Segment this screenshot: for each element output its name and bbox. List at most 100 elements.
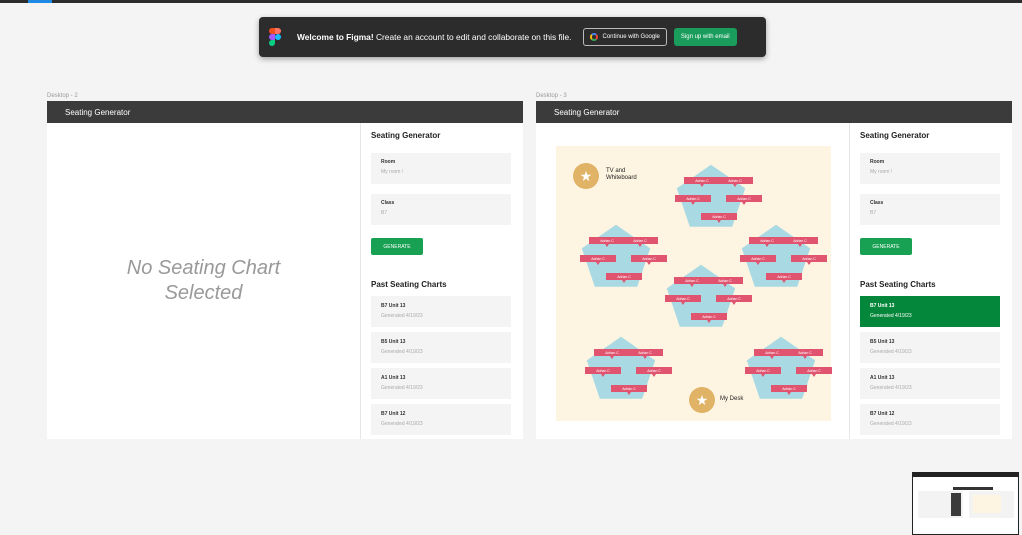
divider — [849, 123, 850, 439]
student-seat-tag[interactable]: Adrian C — [782, 237, 818, 247]
star-icon: ★ — [573, 163, 599, 189]
google-icon — [589, 33, 598, 41]
empty-chart-message: No Seating Chart Selected — [47, 123, 360, 439]
student-seat-tag[interactable]: Adrian C — [627, 349, 663, 359]
student-seat-tag[interactable]: Adrian C — [796, 367, 832, 377]
chart-date: Generated 4/19/23 — [870, 349, 912, 355]
room-label: Room — [381, 159, 396, 165]
tv-label-line-2: Whiteboard — [606, 175, 637, 181]
star-icon: ★ — [689, 387, 715, 413]
chart-name: A1 Unit 13 — [870, 375, 895, 381]
student-seat-tag[interactable]: Adrian C — [665, 295, 701, 305]
my-desk-label: My Desk — [720, 396, 744, 402]
figma-logo-icon — [269, 28, 281, 46]
student-seat-tag[interactable]: Adrian C — [771, 385, 807, 395]
tv-label-line-1: TV and — [606, 168, 626, 174]
seating-chart: Adrian C Adrian C Adrian C Adrian C Adrian C… — [556, 146, 832, 421]
past-chart-item[interactable]: B5 Unit 13 Generated 4/19/23 — [371, 332, 511, 363]
room-label: Room — [870, 159, 885, 165]
student-seat-tag[interactable]: Adrian C — [745, 367, 781, 377]
chart-date: Generated 4/19/23 — [870, 421, 912, 427]
student-seat-tag[interactable]: Adrian C — [636, 367, 672, 377]
divider — [360, 123, 361, 439]
google-button-label: Continue with Google — [602, 34, 660, 40]
chart-name: B7 Unit 13 — [870, 303, 895, 309]
student-seat-tag[interactable]: Adrian C — [631, 255, 667, 265]
past-chart-item[interactable]: B7 Unit 12 Generated 4/19/23 — [860, 404, 1000, 435]
chart-date: Generated 4/19/23 — [381, 313, 423, 319]
chart-name: A1 Unit 13 — [381, 375, 406, 381]
app-header: Seating Generator — [47, 101, 523, 123]
student-seat-tag[interactable]: Adrian C — [707, 277, 743, 287]
frame-label: Desktop - 3 — [536, 93, 567, 99]
room-placeholder: My room ! — [381, 169, 404, 175]
student-seat-tag[interactable]: Adrian C — [754, 349, 790, 359]
chart-date: Generated 4/19/23 — [870, 385, 912, 391]
student-seat-tag[interactable]: Adrian C — [674, 277, 710, 287]
class-field[interactable]: Class B7 — [371, 194, 511, 225]
student-seat-tag[interactable]: Adrian C — [580, 255, 616, 265]
past-chart-item-selected[interactable]: B7 Unit 13 Generated 4/19/23 — [860, 296, 1000, 327]
student-seat-tag[interactable]: Adrian C — [684, 177, 720, 187]
student-seat-tag[interactable]: Adrian C — [701, 213, 737, 223]
welcome-message: Create an account to edit and collaborat… — [373, 32, 572, 42]
student-seat-tag[interactable]: Adrian C — [716, 295, 752, 305]
class-field[interactable]: Class B7 — [860, 194, 1000, 225]
empty-chart-text: No Seating Chart Selected — [126, 257, 281, 304]
panel-title: Seating Generator — [860, 131, 930, 140]
student-seat-tag[interactable]: Adrian C — [589, 237, 625, 247]
generator-panel: Seating Generator Room My room ! Class B… — [371, 123, 511, 435]
student-seat-tag[interactable]: Adrian C — [717, 177, 753, 187]
continue-with-google-button[interactable]: Continue with Google — [582, 28, 667, 46]
past-chart-item[interactable]: B7 Unit 13 Generated 4/19/23 — [371, 296, 511, 327]
student-seat-tag[interactable]: Adrian C — [594, 349, 630, 359]
class-label: Class — [381, 200, 395, 206]
chart-date: Generated 4/19/23 — [381, 349, 423, 355]
chart-date: Generated 4/19/23 — [381, 421, 423, 427]
past-charts-title: Past Seating Charts — [860, 280, 936, 289]
welcome-text: Welcome to Figma! Create an account to e… — [297, 32, 572, 42]
student-seat-tag[interactable]: Adrian C — [791, 255, 827, 265]
canvas-minimap[interactable] — [912, 472, 1019, 535]
generate-button[interactable]: GENERATE — [371, 238, 423, 255]
past-chart-item[interactable]: B7 Unit 12 Generated 4/19/23 — [371, 404, 511, 435]
desktop-frame-3: Seating Generator Adrian C Adrian C Adrian… — [536, 101, 1012, 439]
desktop-frame-2: Seating Generator No Seating Chart Selec… — [47, 101, 523, 439]
welcome-banner: Welcome to Figma! Create an account to e… — [259, 17, 766, 57]
student-seat-tag[interactable]: Adrian C — [622, 237, 658, 247]
student-seat-tag[interactable]: Adrian C — [740, 255, 776, 265]
top-toolbar — [0, 0, 1022, 3]
chart-date: Generated 4/19/23 — [381, 385, 423, 391]
room-field[interactable]: Room My room ! — [371, 153, 511, 184]
room-field[interactable]: Room My room ! — [860, 153, 1000, 184]
student-seat-tag[interactable]: Adrian C — [749, 237, 785, 247]
generate-button[interactable]: GENERATE — [860, 238, 912, 255]
frame-label: Desktop - 2 — [47, 93, 78, 99]
sign-up-email-button[interactable]: Sign up with email — [673, 28, 737, 46]
welcome-title: Welcome to Figma! — [297, 32, 374, 42]
student-seat-tag[interactable]: Adrian C — [611, 385, 647, 395]
chart-date: Generated 4/19/23 — [870, 313, 912, 319]
app-header: Seating Generator — [536, 101, 1012, 123]
chart-name: B7 Unit 13 — [381, 303, 406, 309]
student-seat-tag[interactable]: Adrian C — [675, 195, 711, 205]
student-seat-tag[interactable]: Adrian C — [691, 313, 727, 323]
panel-title: Seating Generator — [371, 131, 441, 140]
generator-panel: Seating Generator Room My room ! Class B… — [860, 123, 1000, 435]
student-seat-tag[interactable]: Adrian C — [585, 367, 621, 377]
chart-name: B5 Unit 13 — [870, 339, 895, 345]
student-seat-tag[interactable]: Adrian C — [787, 349, 823, 359]
chart-name: B7 Unit 12 — [381, 411, 406, 417]
past-chart-item[interactable]: A1 Unit 13 Generated 4/19/23 — [860, 368, 1000, 399]
chart-name: B7 Unit 12 — [870, 411, 895, 417]
student-seat-tag[interactable]: Adrian C — [606, 273, 642, 283]
student-seat-tag[interactable]: Adrian C — [766, 273, 802, 283]
past-chart-item[interactable]: A1 Unit 13 Generated 4/19/23 — [371, 368, 511, 399]
class-label: Class — [870, 200, 884, 206]
room-placeholder: My room ! — [870, 169, 893, 175]
active-tab-indicator[interactable] — [28, 0, 52, 3]
student-seat-tag[interactable]: Adrian C — [726, 195, 762, 205]
past-chart-item[interactable]: B5 Unit 13 Generated 4/19/23 — [860, 332, 1000, 363]
class-placeholder: B7 — [870, 210, 877, 216]
class-placeholder: B7 — [381, 210, 388, 216]
